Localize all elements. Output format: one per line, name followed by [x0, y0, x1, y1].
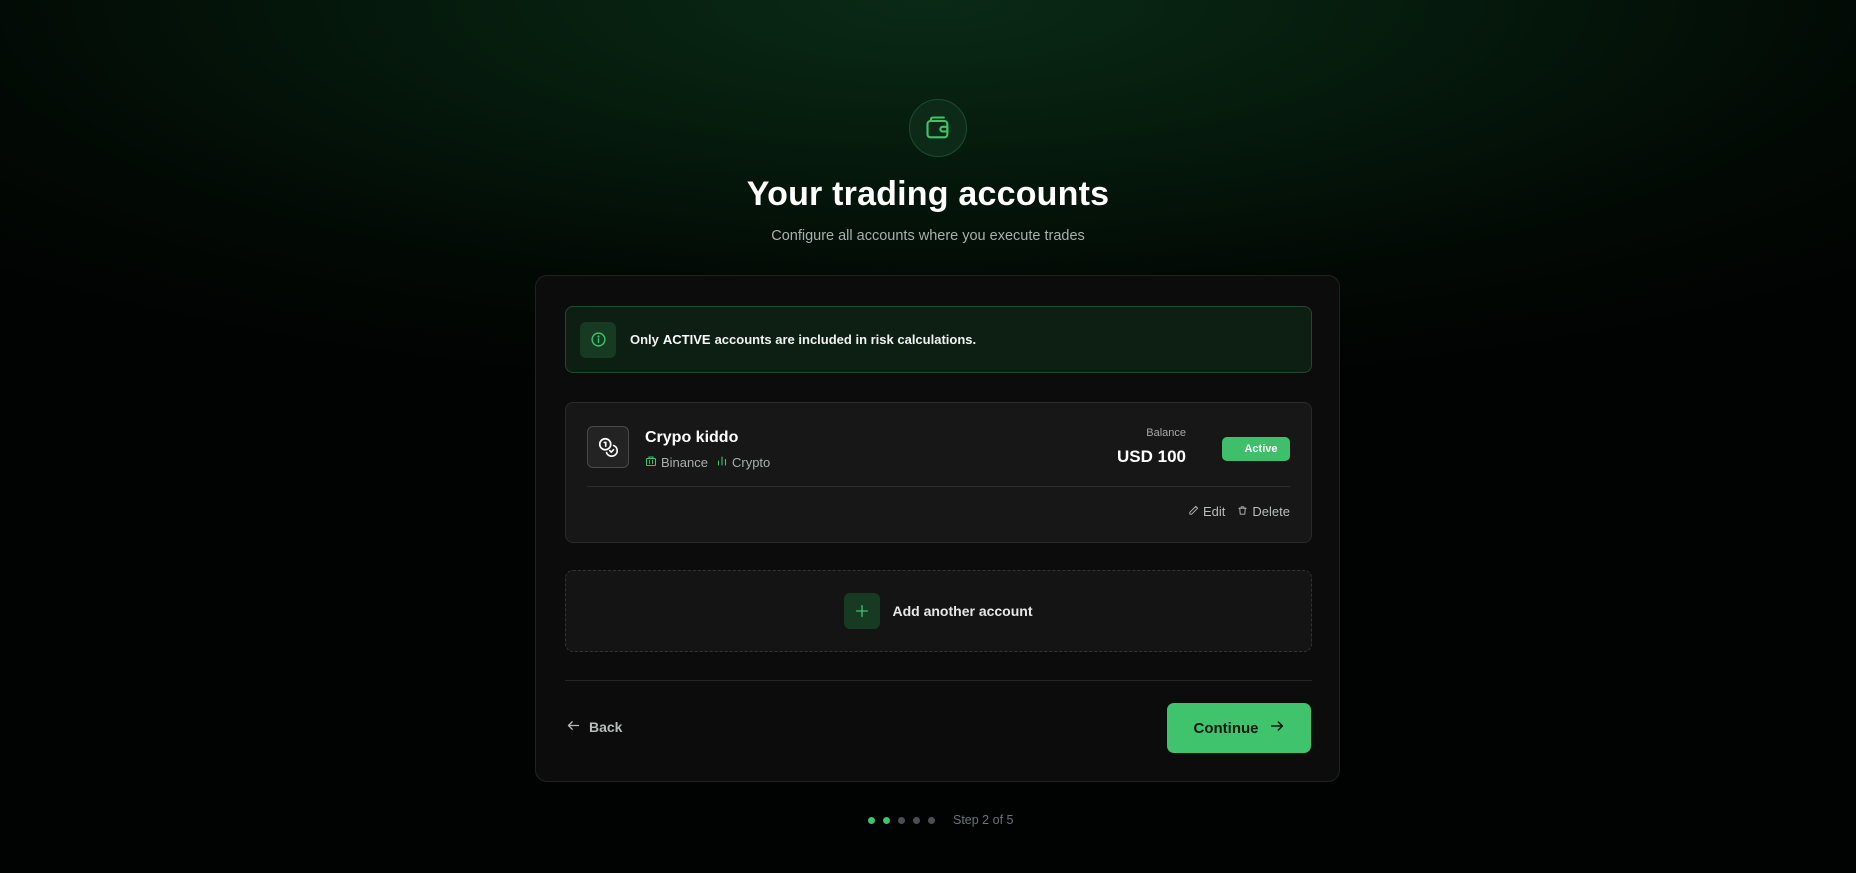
info-notice: Only ACTIVE accounts are included in ris… [565, 306, 1312, 373]
edit-button[interactable]: Edit [1188, 504, 1225, 519]
delete-label: Delete [1252, 504, 1290, 519]
broker-tag: Binance [645, 455, 708, 470]
step-label: Step 2 of 5 [953, 813, 1014, 827]
balance-label: Balance [1146, 427, 1186, 439]
notice-text: Only ACTIVE accounts are included in ris… [630, 332, 976, 347]
arrow-right-icon [1269, 718, 1285, 738]
balance-value: USD 100 [1117, 447, 1186, 466]
step-dot [868, 816, 875, 824]
continue-button[interactable]: Continue [1167, 703, 1311, 753]
account-divider [587, 486, 1290, 487]
plus-icon [844, 593, 881, 629]
step-dot [898, 816, 905, 824]
accounts-card: Only ACTIVE accounts are included in ris… [535, 275, 1340, 782]
market-tag: Crypto [716, 455, 770, 470]
back-label: Back [589, 719, 623, 735]
pencil-icon [1188, 504, 1199, 519]
step-dot [928, 816, 935, 824]
step-dot [883, 816, 890, 824]
account-card: Crypo kiddo Binance Crypto Balance USD 1… [565, 402, 1312, 543]
arrow-left-icon [566, 718, 581, 736]
info-icon [580, 321, 616, 358]
account-actions: Edit Delete [1188, 504, 1290, 519]
step-dot [913, 816, 920, 824]
add-account-button[interactable]: Add another account [565, 570, 1312, 652]
bar-chart-icon [716, 455, 728, 470]
coins-icon [587, 426, 629, 468]
trash-icon [1237, 504, 1248, 519]
page-title: Your trading accounts [746, 175, 1110, 213]
delete-button[interactable]: Delete [1237, 504, 1290, 519]
account-name: Crypo kiddo [645, 429, 739, 446]
notice-prefix: Only [630, 332, 659, 347]
notice-highlight: ACTIVE [662, 332, 711, 347]
continue-label: Continue [1193, 719, 1259, 737]
notice-suffix: accounts are included in risk calculatio… [714, 332, 977, 347]
add-account-label: Add another account [892, 603, 1033, 619]
step-indicator: Step 2 of 5 [868, 813, 1013, 827]
edit-label: Edit [1203, 504, 1226, 519]
broker-label: Binance [661, 455, 708, 470]
wallet-icon [909, 99, 967, 157]
page-subtitle: Configure all accounts where you execute… [771, 228, 1085, 244]
building-icon [645, 455, 657, 470]
account-tags: Binance Crypto [645, 455, 770, 470]
back-button[interactable]: Back [566, 718, 622, 736]
market-label: Crypto [731, 455, 771, 470]
footer-divider [565, 680, 1312, 681]
status-badge[interactable]: Active [1222, 437, 1290, 461]
